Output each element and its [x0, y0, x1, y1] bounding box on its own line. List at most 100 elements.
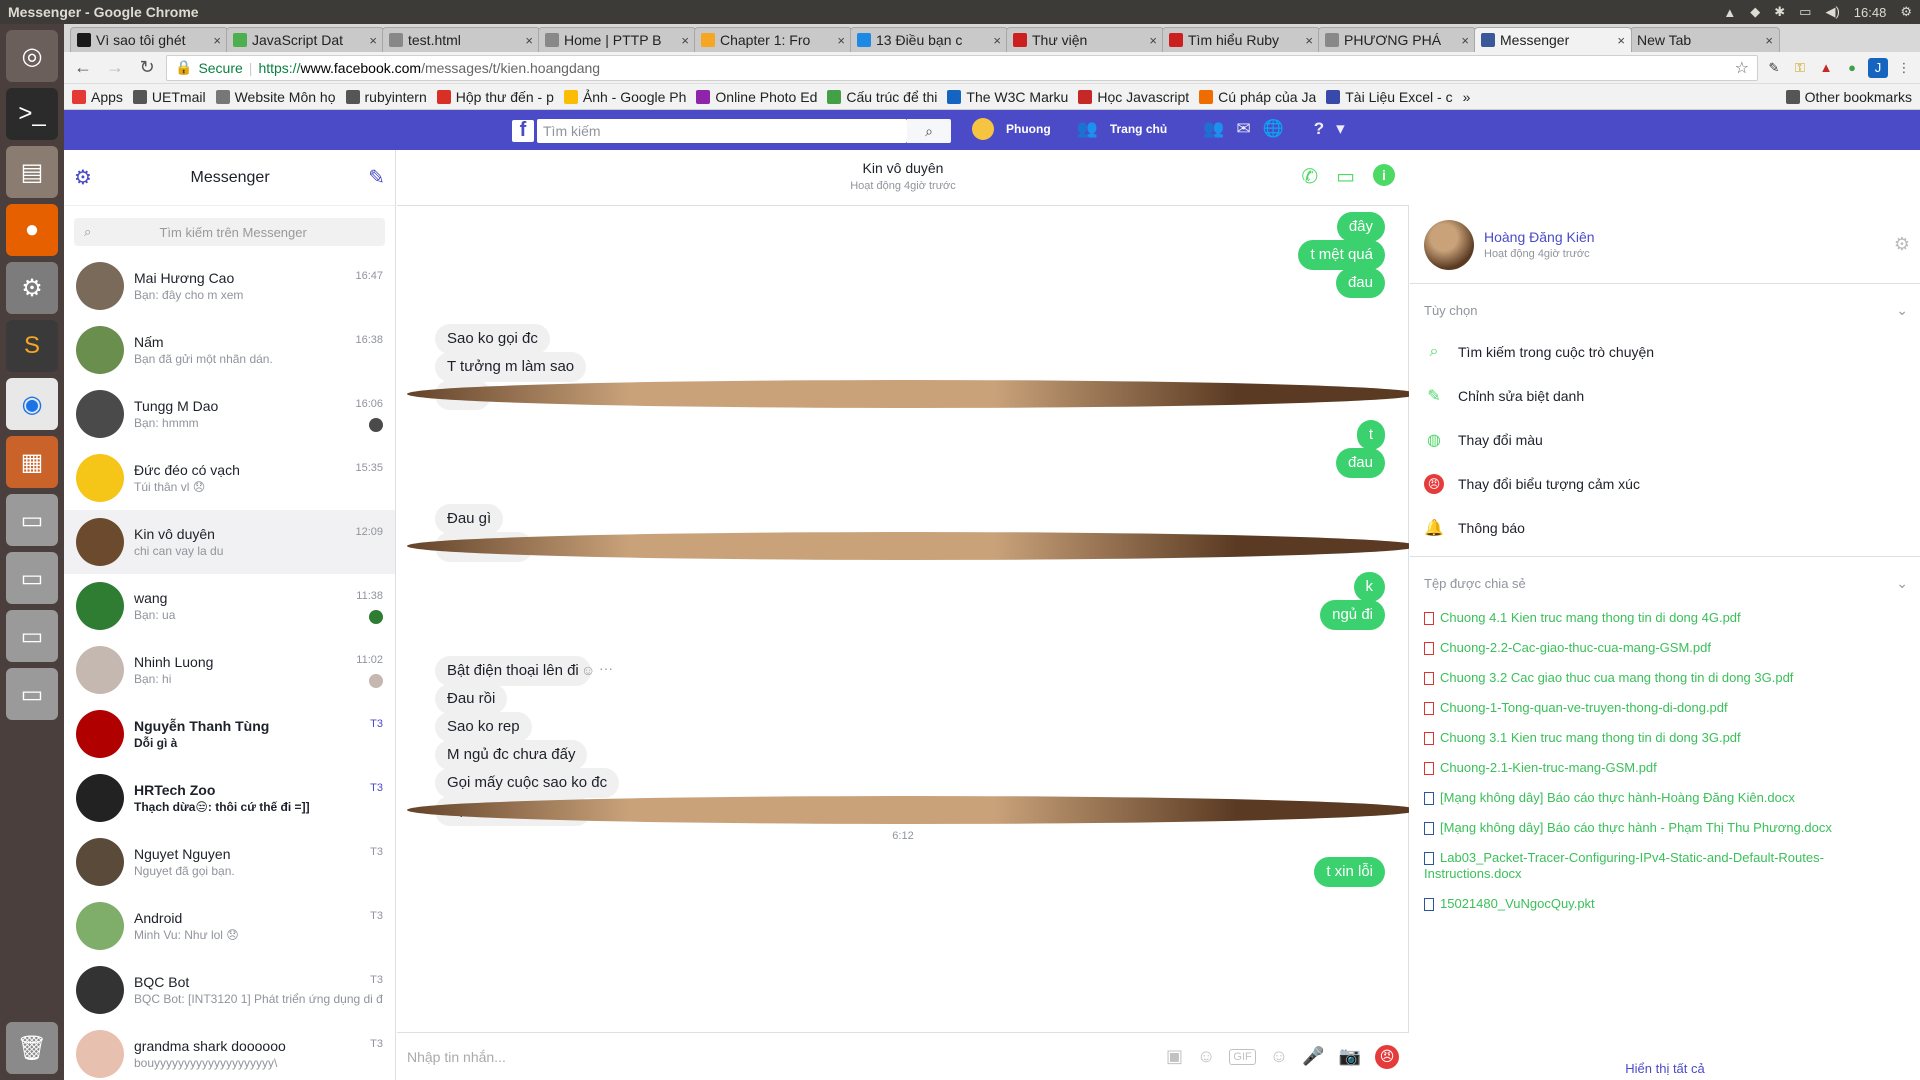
shared-file-link[interactable]: 15021480_VuNgocQuy.pkt	[1410, 889, 1920, 919]
show-all-link[interactable]: Hiển thị tất cả	[1410, 1061, 1920, 1076]
address-bar[interactable]: 🔒 Secure | https://www.facebook.com/mess…	[166, 54, 1758, 81]
shared-file-link[interactable]: Chuong-2.2-Cac-giao-thuc-cua-mang-GSM.pd…	[1410, 633, 1920, 663]
sublime-text-icon[interactable]: S	[6, 320, 58, 372]
spy-extension-icon[interactable]: ▲	[1816, 58, 1836, 78]
outgoing-message[interactable]: đau	[397, 268, 1385, 298]
conversation-item[interactable]: BQC Bot BQC Bot: [INT3120 1] Phát triển ứ…	[64, 958, 395, 1022]
bluetooth-icon[interactable]: ✱	[1774, 4, 1785, 20]
outgoing-message[interactable]: k	[397, 572, 1385, 602]
options-section-header[interactable]: Tùy chọn ⌄	[1410, 290, 1920, 330]
conversation-item[interactable]: Nhinh Luong Bạn: hi 11:02	[64, 638, 395, 702]
emoji-icon[interactable]: ☺	[1270, 1046, 1288, 1067]
incoming-message[interactable]: Sao ko gọi đc	[435, 324, 1409, 354]
search-icon[interactable]: ⌕	[907, 119, 951, 143]
info-icon[interactable]: i	[1373, 164, 1395, 186]
settings-gear-icon[interactable]: ⚙	[1894, 234, 1910, 255]
shared-file-link[interactable]: [Mạng không dây] Báo cáo thực hành - Phạ…	[1410, 813, 1920, 843]
files-icon[interactable]: ▤	[6, 146, 58, 198]
browser-tab[interactable]: 13 Điều bạn c ×	[850, 27, 1008, 52]
drive-icon[interactable]: ▭	[6, 494, 58, 546]
browser-tab[interactable]: Thư viện ×	[1006, 27, 1164, 52]
incoming-message[interactable]: Đau rồi	[435, 684, 1409, 714]
more-options-icon[interactable]: ···	[599, 660, 613, 676]
key-extension-icon[interactable]: ⚿	[1790, 58, 1810, 78]
friend-requests-icon[interactable]: 👥	[1203, 119, 1224, 139]
conversation-item[interactable]: Android Minh Vu: Như lol 😞 T3	[64, 894, 395, 958]
browser-tab[interactable]: PHƯƠNG PHÁ ×	[1318, 27, 1476, 52]
bookmark-item[interactable]: Ảnh - Google Ph	[563, 89, 686, 105]
close-tab-icon[interactable]: ×	[1461, 33, 1469, 48]
messenger-search-input[interactable]: ⌕ Tìm kiếm trên Messenger	[74, 218, 385, 246]
video-call-icon[interactable]: ▭	[1336, 164, 1355, 189]
outgoing-message[interactable]: t mệt quá	[397, 240, 1385, 270]
camera-icon[interactable]: 📷	[1339, 1046, 1361, 1067]
notifications-globe-icon[interactable]: 🌐	[1263, 119, 1284, 139]
impress-icon[interactable]: ▦	[6, 436, 58, 488]
outgoing-message[interactable]: đau	[397, 448, 1385, 478]
microphone-icon[interactable]: 🎤	[1302, 1046, 1324, 1067]
eyedropper-extension-icon[interactable]: ✎	[1764, 58, 1784, 78]
settings-gear-icon[interactable]: ⚙	[1900, 4, 1912, 20]
voice-call-icon[interactable]: ✆	[1301, 164, 1318, 189]
settings-gear-icon[interactable]: ⚙	[74, 165, 92, 190]
outgoing-message[interactable]: đây	[397, 212, 1385, 242]
close-tab-icon[interactable]: ×	[213, 33, 221, 48]
shared-file-link[interactable]: Chuong 3.1 Kien truc mang thong tin di d…	[1410, 723, 1920, 753]
sender-avatar[interactable]	[407, 796, 1409, 824]
conversation-item[interactable]: HRTech Zoo Thạch dừa😒: thôi cứ thế đi =]]…	[64, 766, 395, 830]
close-tab-icon[interactable]: ×	[837, 33, 845, 48]
shared-file-link[interactable]: Chuong-2.1-Kien-truc-mang-GSM.pdf	[1410, 753, 1920, 783]
ubuntu-dash-icon[interactable]: ◎	[6, 30, 58, 82]
chrome-menu-icon[interactable]: ⋮	[1894, 58, 1914, 78]
bookmark-item[interactable]: Website Môn họ	[215, 89, 336, 105]
bookmark-item[interactable]: Học Javascript	[1078, 89, 1189, 105]
contact-avatar[interactable]	[1424, 219, 1474, 270]
option-item[interactable]: ⌕ Tìm kiếm trong cuộc trò chuyện	[1410, 330, 1920, 374]
bookmark-item[interactable]: The W3C Marku	[947, 89, 1068, 105]
messenger-icon[interactable]: ✉	[1236, 119, 1250, 139]
sender-avatar[interactable]	[407, 380, 1409, 408]
sender-avatar[interactable]	[407, 532, 1409, 560]
conversation-item[interactable]: Đức đéo có vạch Túi thân vl 😞 15:35	[64, 446, 395, 510]
bookmark-item[interactable]: Tài Liệu Excel - c	[1326, 89, 1453, 105]
volume-icon[interactable]: ◀)	[1825, 4, 1839, 20]
contact-name[interactable]: Hoàng Đăng Kiên	[1484, 229, 1595, 245]
help-icon[interactable]: ?	[1314, 119, 1324, 139]
option-item[interactable]: 🔔 Thông báo	[1410, 506, 1920, 550]
close-tab-icon[interactable]: ×	[1305, 33, 1313, 48]
image-icon[interactable]: ▣	[1166, 1046, 1183, 1067]
bookmark-item[interactable]: Cấu trúc để thi	[827, 89, 937, 105]
close-tab-icon[interactable]: ×	[1765, 33, 1773, 48]
bookmark-item[interactable]: »	[1463, 89, 1471, 105]
firefox-icon[interactable]: ●	[6, 204, 58, 256]
browser-tab[interactable]: JavaScript Dat ×	[226, 27, 384, 52]
conversation-item[interactable]: Nguyễn Thanh Tùng Dỗi gì à T3	[64, 702, 395, 766]
option-item[interactable]: ◍ Thay đổi màu	[1410, 418, 1920, 462]
incoming-message[interactable]: Sao ko rep	[435, 712, 1409, 742]
browser-tab[interactable]: Vì sao tôi ghét ×	[70, 27, 228, 52]
incoming-message[interactable]: M ngủ đc chưa đấy	[435, 740, 1409, 770]
wifi-icon[interactable]: ▲	[1723, 5, 1736, 20]
outgoing-message[interactable]: ngủ đi	[397, 600, 1385, 630]
shared-files-section-header[interactable]: Tệp được chia sẻ ⌄	[1410, 563, 1920, 603]
option-item[interactable]: 😠 Thay đổi biểu tượng cảm xúc	[1410, 462, 1920, 506]
profile-avatar[interactable]	[972, 118, 994, 140]
conversation-item[interactable]: Nấm Bạn đã gửi một nhãn dán. 16:38	[64, 318, 395, 382]
conversation-item[interactable]: Tungg M Dao Bạn: hmmm 16:06	[64, 382, 395, 446]
forward-icon[interactable]: →	[102, 55, 128, 81]
new-message-icon[interactable]: ✎	[368, 165, 385, 190]
shared-file-link[interactable]: Lab03_Packet-Tracer-Configuring-IPv4-Sta…	[1410, 843, 1920, 889]
bookmark-item[interactable]: Apps	[72, 89, 123, 105]
bookmark-item[interactable]: rubyintern	[345, 89, 427, 105]
trash-icon[interactable]: 🗑	[6, 1022, 58, 1074]
j-extension-icon[interactable]: J	[1868, 57, 1888, 78]
profile-name-link[interactable]: Phuong	[1006, 122, 1051, 136]
close-tab-icon[interactable]: ×	[525, 33, 533, 48]
browser-tab[interactable]: New Tab ×	[1630, 27, 1780, 52]
new-extension-icon[interactable]: ●	[1842, 58, 1862, 78]
conversation-item[interactable]: grandma shark doooooo bouyyyyyyyyyyyyyyyy…	[64, 1022, 395, 1080]
browser-tab[interactable]: Chapter 1: Fro ×	[694, 27, 852, 52]
gif-icon[interactable]: GIF	[1229, 1048, 1256, 1065]
drive-icon[interactable]: ▭	[6, 668, 58, 720]
close-tab-icon[interactable]: ×	[369, 33, 377, 48]
